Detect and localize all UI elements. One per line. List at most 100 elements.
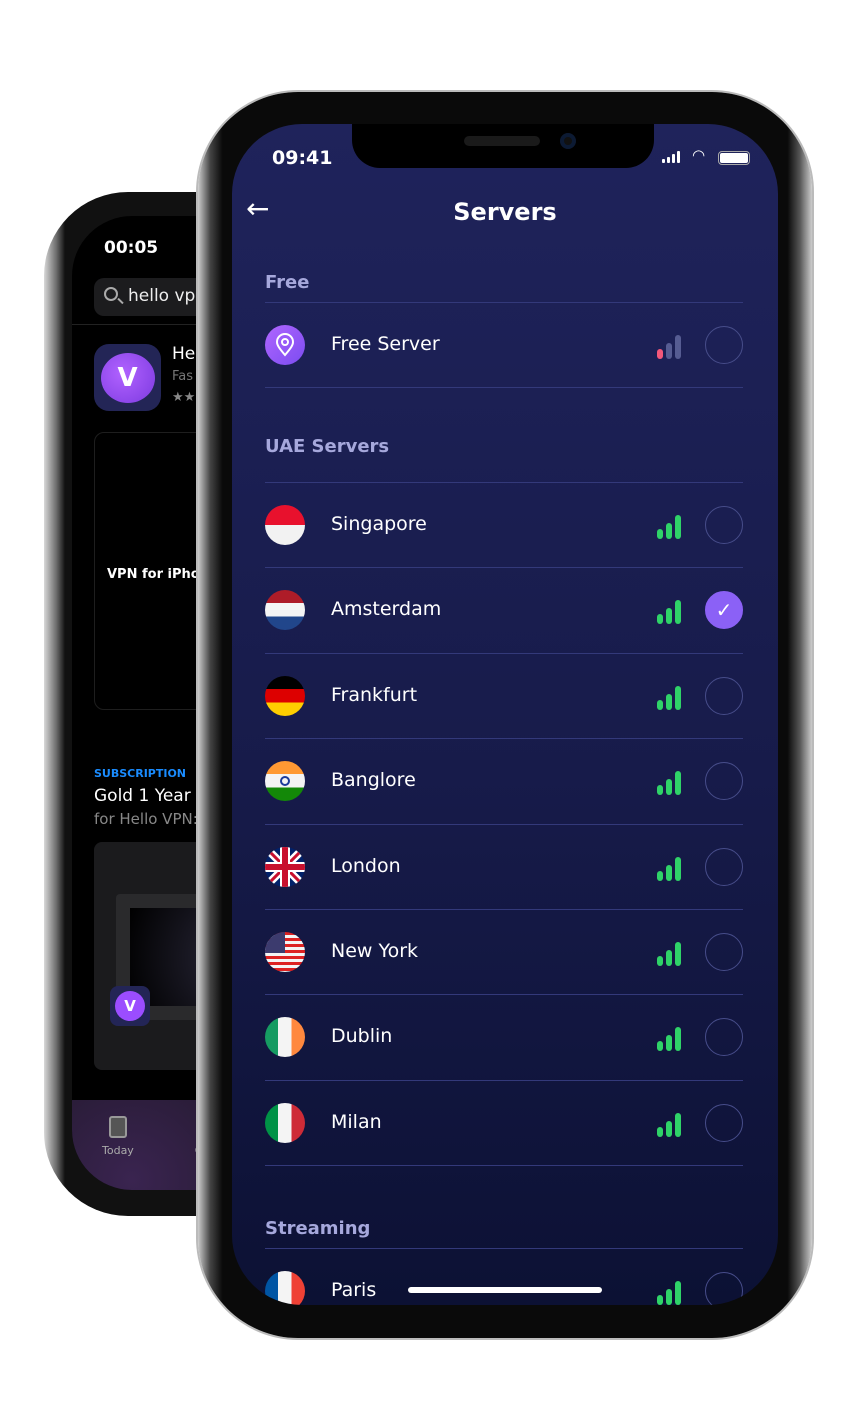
camera <box>560 133 576 149</box>
signal-bar <box>657 1041 663 1052</box>
flag-gb-icon <box>265 846 305 887</box>
select-radio[interactable] <box>705 762 743 801</box>
server-name: Singapore <box>331 513 427 535</box>
servers-screen: 09:41 ◠ ← Servers Free Free Server UAE S… <box>232 124 778 1305</box>
signal-bar <box>666 343 672 359</box>
server-name: Banglore <box>331 769 416 792</box>
signal-bar <box>675 1112 681 1137</box>
signal-strength-icon <box>657 1279 681 1305</box>
server-row[interactable]: Free Server <box>265 303 743 387</box>
check-icon: ✓ <box>715 598 733 623</box>
shield-logo-icon: V <box>100 352 155 403</box>
server-row[interactable]: New York <box>265 910 743 994</box>
flag-us-icon <box>265 932 305 972</box>
server-row[interactable]: Banglore <box>265 739 743 823</box>
signal-bar <box>675 685 681 710</box>
signal-bar <box>666 1289 672 1305</box>
subscription-for: for Hello VPN: <box>94 810 198 828</box>
signal-bar <box>666 950 672 966</box>
selected-radio[interactable]: ✓ <box>705 591 743 630</box>
server-row[interactable]: Amsterdam ✓ <box>265 568 743 652</box>
signal-bar <box>666 1035 672 1052</box>
app-name[interactable]: He <box>172 344 195 364</box>
signal-strength-icon <box>657 333 681 359</box>
signal-bar <box>666 864 672 881</box>
server-row[interactable]: Dublin <box>265 995 743 1079</box>
signal-strength-icon <box>657 513 681 539</box>
signal-bar <box>657 1295 663 1305</box>
flag-ie-icon <box>265 1017 305 1058</box>
flag-fr-icon <box>265 1271 305 1305</box>
server-row[interactable]: Singapore <box>265 483 743 567</box>
card-text: VPN for iPhor <box>107 567 207 582</box>
server-name: Frankfurt <box>331 683 418 706</box>
select-radio[interactable] <box>705 1018 743 1057</box>
speaker <box>464 136 540 146</box>
flag-nl-icon <box>265 590 305 631</box>
server-row[interactable]: Paris <box>265 1249 743 1305</box>
home-indicator <box>408 1287 602 1293</box>
section-header: Free <box>265 272 310 293</box>
select-radio[interactable] <box>705 506 743 544</box>
signal-bar <box>666 523 672 539</box>
signal-bar <box>657 529 663 539</box>
signal-bar <box>666 693 672 710</box>
server-name: Paris <box>331 1279 377 1301</box>
signal-bar <box>675 1281 681 1305</box>
search-value: hello vp <box>128 286 196 306</box>
section-header: UAE Servers <box>265 436 390 457</box>
signal-bar <box>675 856 681 881</box>
signal-strength-icon <box>657 855 681 881</box>
app-subtitle: Fas <box>172 369 194 384</box>
search-icon <box>104 287 118 301</box>
signal-bar <box>657 349 663 359</box>
subscription-title[interactable]: Gold 1 Year <box>94 786 191 806</box>
select-radio[interactable] <box>705 326 743 364</box>
divider <box>265 1165 743 1167</box>
signal-bar <box>657 1126 663 1137</box>
logo-letter: V <box>115 991 145 1021</box>
today-icon <box>108 1116 127 1138</box>
signal-bar <box>657 956 663 966</box>
select-radio[interactable] <box>705 676 743 715</box>
front-phone: 09:41 ◠ ← Servers Free Free Server UAE S… <box>198 92 812 1338</box>
server-name: London <box>331 854 401 877</box>
server-name: Amsterdam <box>331 598 442 621</box>
signal-bar <box>657 785 663 796</box>
select-radio[interactable] <box>705 1272 743 1305</box>
server-row[interactable]: Milan <box>265 1081 743 1165</box>
server-name: Dublin <box>331 1025 393 1048</box>
signal-bar <box>675 515 681 539</box>
flag-de-icon <box>265 675 305 716</box>
select-radio[interactable] <box>705 1103 743 1142</box>
server-row[interactable]: London <box>265 825 743 909</box>
battery-icon <box>718 151 750 165</box>
signal-strength-icon <box>657 769 681 796</box>
signal-bar <box>666 779 672 796</box>
signal-bar <box>675 335 681 359</box>
signal-bar <box>675 942 681 966</box>
signal-bar <box>675 771 681 796</box>
signal-strength-icon <box>657 598 681 625</box>
app-icon[interactable]: V <box>94 344 161 411</box>
flag-location-pin-icon <box>265 325 305 365</box>
tab-label: Today <box>102 1144 134 1157</box>
server-name: Free Server <box>331 333 440 355</box>
select-radio[interactable] <box>705 933 743 971</box>
signal-bar <box>675 600 681 625</box>
signal-bar <box>666 608 672 625</box>
small-app-icon: V <box>110 986 150 1026</box>
signal-bar <box>666 1120 672 1137</box>
server-row[interactable]: Frankfurt <box>265 654 743 738</box>
server-name: New York <box>331 940 419 962</box>
signal-strength-icon <box>657 1025 681 1052</box>
tab-today[interactable]: Today <box>102 1116 134 1157</box>
select-radio[interactable] <box>705 847 743 886</box>
flag-in-icon <box>265 761 305 802</box>
signal-strength-icon <box>657 684 681 710</box>
status-time: 09:41 <box>272 147 333 169</box>
signal-bar <box>657 870 663 881</box>
divider <box>265 387 743 389</box>
page-title: Servers <box>453 198 557 226</box>
signal-bar <box>657 614 663 625</box>
